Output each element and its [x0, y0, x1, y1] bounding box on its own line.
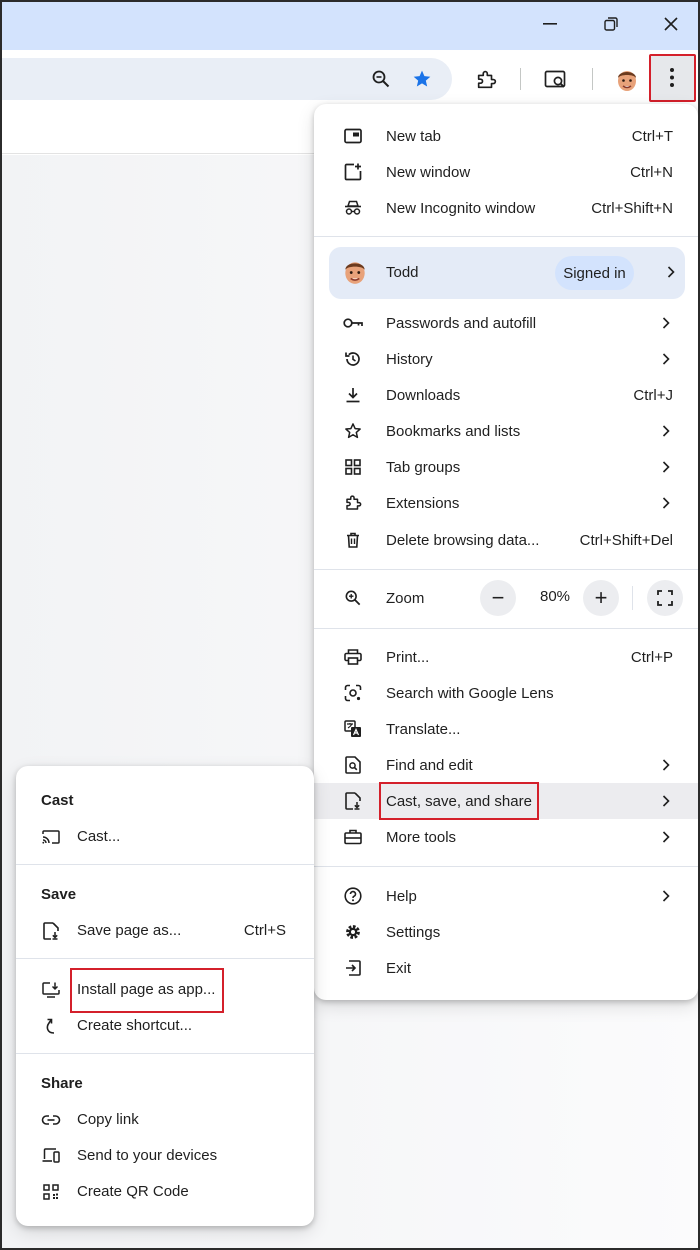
zoom-level: 80%: [539, 588, 571, 605]
menu-item-new-incognito-window[interactable]: New Incognito window Ctrl+Shift+N: [314, 190, 698, 226]
submenu-item-create-qr-code[interactable]: Create QR Code: [16, 1174, 314, 1210]
extensions-icon: [344, 494, 362, 512]
chrome-main-menu: New tab Ctrl+T New window Ctrl+N New Inc…: [314, 104, 698, 1000]
save-heading: Save: [41, 886, 77, 903]
minimize-icon: [543, 23, 557, 25]
restore-icon: [604, 17, 618, 31]
cast-save-share-icon: [344, 792, 362, 810]
zoom-in-button[interactable]: +: [583, 580, 619, 616]
star-icon: [344, 422, 362, 440]
menu-item-find-and-edit[interactable]: Find and edit: [314, 747, 698, 783]
exit-icon: [344, 959, 362, 977]
zoom-icon[interactable]: [370, 68, 392, 90]
menu-item-tab-groups[interactable]: Tab groups: [314, 449, 698, 485]
help-icon: [344, 887, 362, 905]
submenu-item-cast[interactable]: Cast...: [16, 819, 314, 855]
lens-search-icon[interactable]: [544, 68, 568, 92]
extensions-icon[interactable]: [474, 68, 498, 92]
menu-button[interactable]: [649, 54, 696, 102]
address-bar[interactable]: [0, 58, 452, 100]
bookmark-star-icon[interactable]: [411, 68, 433, 90]
print-icon: [344, 648, 362, 666]
kebab-menu-icon: [670, 68, 674, 87]
incognito-icon: [344, 199, 362, 217]
chevron-right-icon: [667, 265, 675, 282]
menu-item-more-tools[interactable]: More tools: [314, 819, 698, 855]
profile-row[interactable]: Todd Signed in: [329, 247, 685, 299]
menu-item-history[interactable]: History: [314, 341, 698, 377]
save-page-icon: [42, 922, 60, 940]
profile-avatar-icon: [341, 258, 369, 290]
menu-item-exit[interactable]: Exit: [314, 950, 698, 986]
chevron-right-icon: [662, 758, 670, 775]
devices-icon: [42, 1147, 60, 1165]
chevron-right-icon: [662, 496, 670, 513]
browser-toolbar: [0, 50, 700, 108]
chevron-right-icon: [662, 889, 670, 906]
download-icon: [344, 386, 362, 404]
new-tab-icon: [344, 127, 362, 145]
menu-item-extensions[interactable]: Extensions: [314, 485, 698, 521]
close-button[interactable]: [648, 4, 694, 44]
title-bar: [0, 0, 700, 50]
signed-in-badge[interactable]: Signed in: [555, 256, 634, 290]
new-window-icon: [344, 163, 362, 181]
qr-code-icon: [42, 1183, 60, 1201]
shortcut-icon: [42, 1017, 60, 1035]
cast-heading: Cast: [41, 792, 74, 809]
zoom-icon: [344, 589, 362, 607]
submenu-item-create-shortcut[interactable]: Create shortcut...: [16, 1008, 314, 1044]
trash-icon: [344, 531, 362, 549]
fullscreen-button[interactable]: [647, 580, 683, 616]
chevron-right-icon: [662, 352, 670, 369]
key-icon: [343, 314, 363, 332]
menu-item-new-window[interactable]: New window Ctrl+N: [314, 154, 698, 190]
restore-button[interactable]: [588, 4, 634, 44]
cast-icon: [42, 828, 60, 846]
menu-item-translate[interactable]: Translate...: [314, 711, 698, 747]
lens-icon: [344, 684, 362, 702]
chevron-right-icon: [662, 830, 670, 847]
settings-gear-icon: [344, 923, 362, 941]
install-highlight-box: [70, 968, 224, 1013]
menu-item-new-tab[interactable]: New tab Ctrl+T: [314, 118, 698, 154]
menu-item-downloads[interactable]: Downloads Ctrl+J: [314, 377, 698, 413]
zoom-out-button[interactable]: −: [480, 580, 516, 616]
menu-item-passwords[interactable]: Passwords and autofill: [314, 305, 698, 341]
cast-highlight-box: [379, 782, 539, 820]
menu-item-google-lens[interactable]: Search with Google Lens: [314, 675, 698, 711]
fullscreen-icon: [657, 590, 673, 606]
submenu-item-send-to-devices[interactable]: Send to your devices: [16, 1138, 314, 1174]
chevron-right-icon: [662, 316, 670, 333]
toolbox-icon: [344, 828, 362, 846]
history-icon: [344, 350, 362, 368]
menu-item-settings[interactable]: Settings: [314, 914, 698, 950]
install-app-icon: [42, 981, 60, 999]
share-heading: Share: [41, 1075, 83, 1092]
submenu-item-save-page[interactable]: Save page as... Ctrl+S: [16, 913, 314, 949]
find-icon: [344, 756, 362, 774]
chevron-right-icon: [662, 794, 670, 811]
chevron-right-icon: [662, 424, 670, 441]
menu-item-print[interactable]: Print... Ctrl+P: [314, 639, 698, 675]
translate-icon: [344, 720, 362, 738]
chevron-right-icon: [662, 460, 670, 477]
cast-save-share-submenu: Cast Cast... Save Save page as... Ctrl+S…: [16, 766, 314, 1226]
submenu-item-copy-link[interactable]: Copy link: [16, 1102, 314, 1138]
profile-avatar[interactable]: [614, 67, 640, 93]
profile-name: Todd: [386, 264, 419, 281]
menu-item-delete-browsing-data[interactable]: Delete browsing data... Ctrl+Shift+Del: [314, 522, 698, 558]
close-icon: [664, 17, 678, 31]
menu-item-bookmarks[interactable]: Bookmarks and lists: [314, 413, 698, 449]
tab-groups-icon: [344, 458, 362, 476]
minimize-button[interactable]: [527, 4, 573, 44]
menu-item-help[interactable]: Help: [314, 878, 698, 914]
link-icon: [41, 1111, 61, 1129]
